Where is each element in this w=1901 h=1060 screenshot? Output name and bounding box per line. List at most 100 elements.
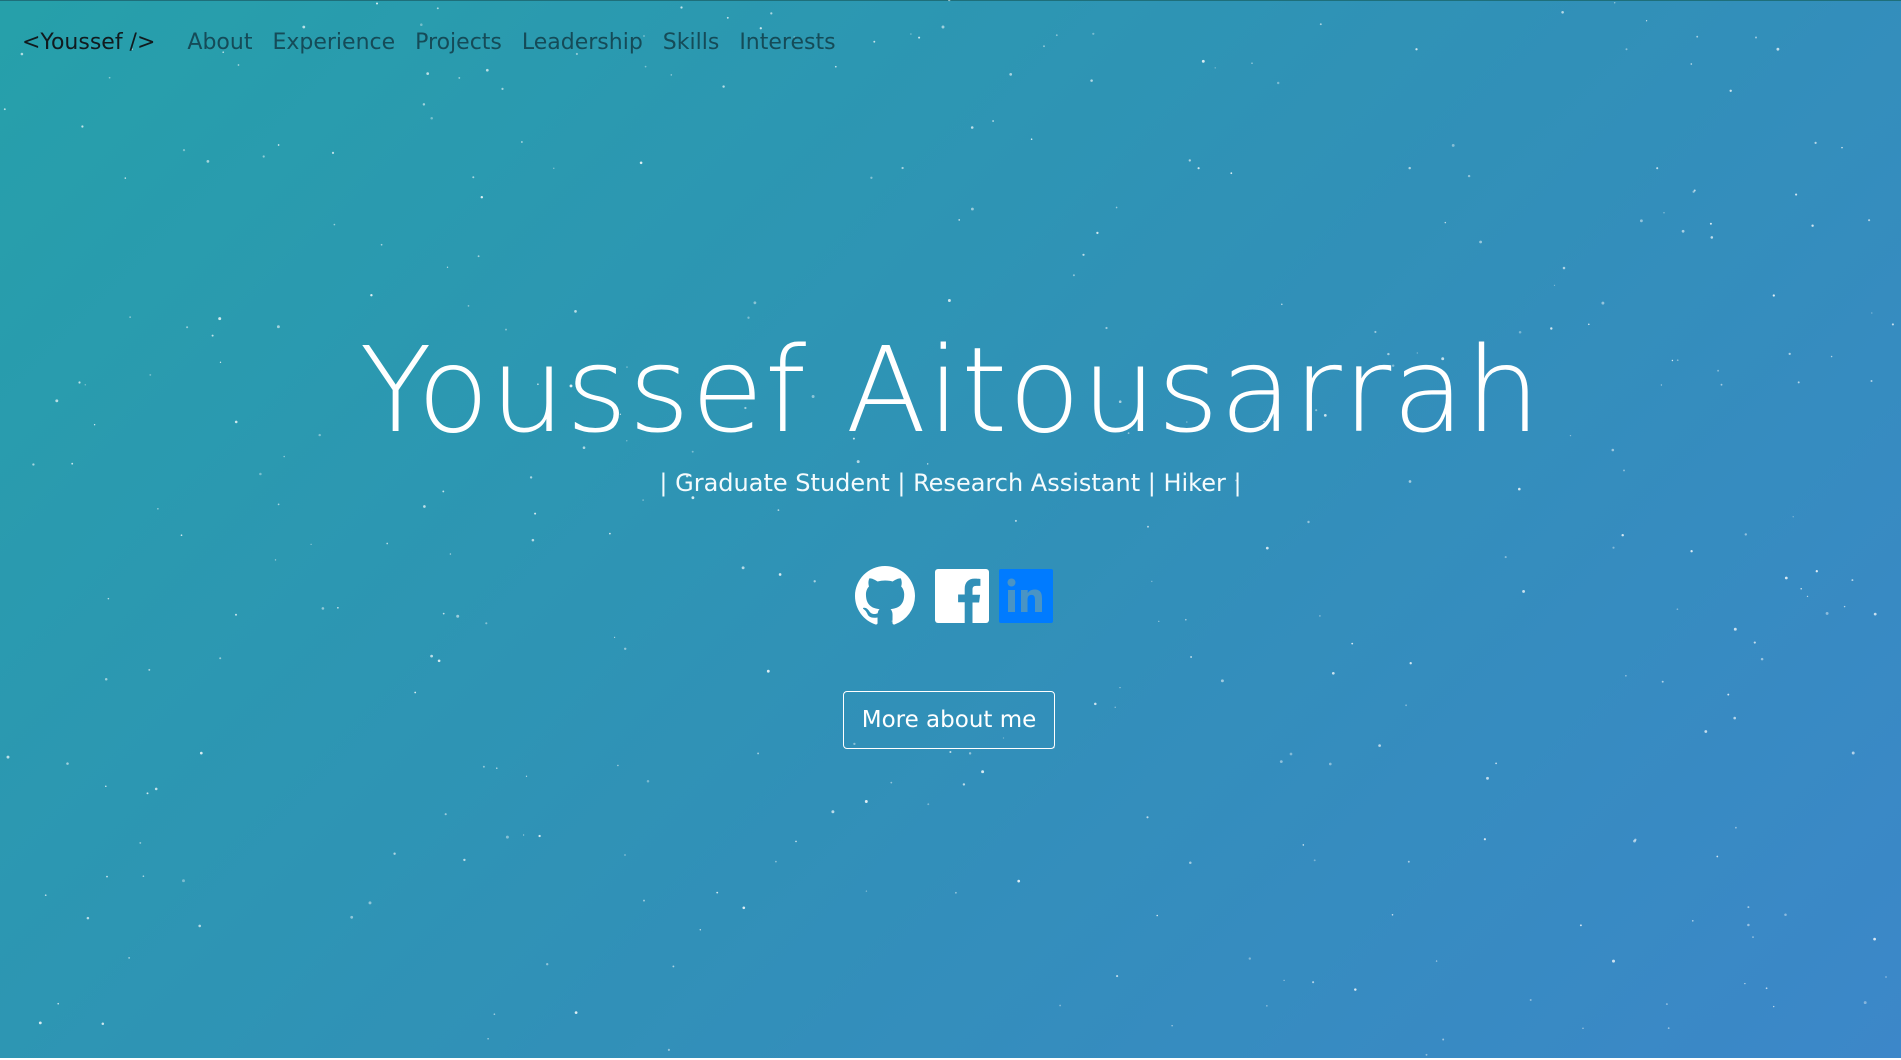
- star-dot: [198, 924, 201, 928]
- star-dot: [1752, 936, 1754, 939]
- nav-link-skills[interactable]: Skills: [663, 30, 720, 55]
- star-dot: [699, 929, 701, 931]
- star-dot: [722, 85, 725, 88]
- hero-tagline: | Graduate Student | Research Assistant …: [659, 469, 1242, 497]
- star-dot: [1266, 1005, 1268, 1007]
- more-about-me-button[interactable]: More about me: [843, 691, 1055, 749]
- star-dot: [1283, 979, 1285, 982]
- star-dot: [493, 1013, 496, 1016]
- nav-link-projects[interactable]: Projects: [415, 30, 502, 55]
- star-dot: [962, 783, 966, 786]
- star-dot: [368, 901, 372, 905]
- star-dot: [531, 538, 535, 542]
- star-dot: [1442, 1038, 1445, 1041]
- star-dot: [386, 542, 389, 545]
- star-dot: [1851, 579, 1854, 582]
- star-dot: [262, 155, 265, 158]
- star-dot: [968, 752, 972, 755]
- star-dot: [414, 691, 417, 694]
- star-dot: [970, 126, 974, 129]
- star-dot: [958, 219, 961, 221]
- star-dot: [1467, 174, 1471, 178]
- star-dot: [199, 751, 203, 755]
- star-dot: [1612, 959, 1615, 963]
- star-dot: [277, 503, 280, 506]
- star-dot: [467, 305, 470, 307]
- facebook-icon[interactable]: [935, 569, 989, 623]
- star-dot: [1158, 620, 1160, 623]
- star-dot: [834, 65, 837, 68]
- star-dot: [1009, 73, 1013, 76]
- nav-link-leadership[interactable]: Leadership: [522, 30, 643, 55]
- star-dot: [716, 891, 719, 894]
- star-dot: [1279, 760, 1283, 764]
- star-dot: [1059, 1004, 1061, 1007]
- star-dot: [1248, 957, 1251, 960]
- star-dot: [1408, 166, 1411, 170]
- star-dot: [947, 299, 951, 302]
- github-icon[interactable]: [855, 566, 915, 626]
- nav-link-interests[interactable]: Interests: [739, 30, 835, 55]
- social-links: [855, 566, 1053, 626]
- star-dot: [1733, 627, 1737, 631]
- star-dot: [1814, 141, 1817, 145]
- star-dot: [1082, 253, 1085, 256]
- star-dot: [1090, 79, 1093, 82]
- star-dot: [1784, 576, 1788, 580]
- star-dot: [1146, 816, 1149, 819]
- star-dot: [1582, 1027, 1584, 1029]
- star-dot: [422, 103, 426, 106]
- star-dot: [105, 785, 107, 788]
- hero-title: Youssef Aitousarrah: [359, 321, 1542, 459]
- star-dot: [1709, 222, 1712, 225]
- star-dot: [1495, 762, 1498, 765]
- star-dot: [955, 891, 957, 894]
- star-dot: [1479, 240, 1482, 244]
- star-dot: [108, 76, 111, 79]
- linkedin-icon[interactable]: [999, 569, 1053, 623]
- star-dot: [496, 767, 498, 769]
- star-dot: [747, 316, 750, 319]
- star-dot: [1201, 59, 1205, 63]
- navbar-brand[interactable]: <Youssef />: [22, 30, 155, 55]
- star-dot: [613, 636, 616, 639]
- star-dot: [86, 916, 90, 920]
- star-dot: [6, 755, 10, 759]
- star-dot: [1119, 687, 1121, 689]
- star-dot: [1873, 937, 1876, 941]
- star-dot: [1815, 570, 1818, 573]
- star-dot: [487, 1037, 489, 1040]
- star-dot: [753, 301, 757, 305]
- nav-link-experience[interactable]: Experience: [272, 30, 395, 55]
- star-dot: [1151, 580, 1153, 583]
- star-dot: [1214, 67, 1216, 69]
- star-dot: [1265, 546, 1269, 550]
- star-dot: [1409, 662, 1412, 665]
- star-dot: [106, 875, 108, 878]
- star-dot: [534, 512, 537, 515]
- star-dot: [1156, 914, 1158, 917]
- star-dot: [444, 813, 447, 816]
- star-dot: [1656, 167, 1659, 170]
- star-dot: [901, 166, 904, 170]
- star-dot: [680, 6, 683, 9]
- star-dot: [505, 835, 509, 839]
- star-dot: [1188, 159, 1191, 162]
- star-dot: [1504, 556, 1507, 559]
- star-dot: [1562, 266, 1566, 270]
- star-dot: [1354, 988, 1357, 991]
- star-dot: [237, 64, 240, 66]
- star-dot: [1425, 1053, 1428, 1056]
- star-dot: [1312, 981, 1315, 984]
- star-dot: [574, 310, 577, 313]
- nav-link-about[interactable]: About: [187, 30, 252, 55]
- star-dot: [1661, 680, 1664, 683]
- star-dot: [1612, 546, 1615, 549]
- star-dot: [321, 607, 325, 610]
- star-dot: [1230, 172, 1233, 175]
- star-dot: [1639, 219, 1643, 223]
- star-dot: [1760, 657, 1764, 661]
- star-dot: [672, 965, 675, 968]
- star-dot: [1692, 920, 1694, 922]
- star-dot: [1772, 294, 1775, 297]
